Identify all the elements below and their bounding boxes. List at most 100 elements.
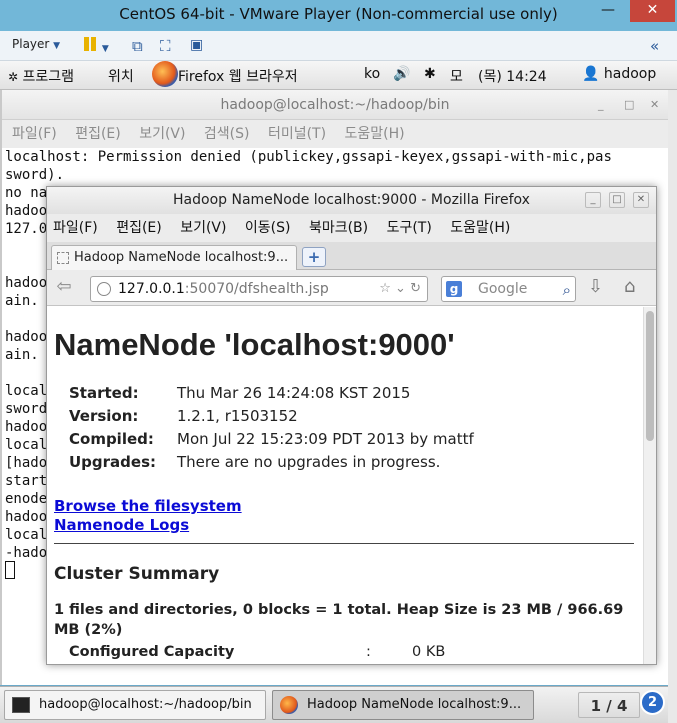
taskbar-terminal-label: hadoop@localhost:~/hadoop/bin <box>39 697 252 712</box>
reload-icon[interactable]: ↻ <box>410 281 421 296</box>
cluster-summary-text: 1 files and directories, 0 blocks = 1 to… <box>54 602 624 638</box>
download-arrow-icon[interactable]: ⇩ <box>588 276 603 297</box>
firefox-menu-help[interactable]: 도움말(H) <box>450 220 510 236</box>
terminal-line: sword). <box>5 167 65 183</box>
firefox-window[interactable]: Hadoop NameNode localhost:9000 - Mozilla… <box>46 186 657 665</box>
gnome-bottom-panel: hadoop@localhost:~/hadoop/bin Hadoop Nam… <box>0 686 668 723</box>
clock[interactable]: (목) 14:24 <box>478 66 547 86</box>
firefox-title-bar: Hadoop NameNode localhost:9000 - Mozilla… <box>47 187 656 214</box>
namenode-logs-link[interactable]: Namenode Logs <box>54 516 645 535</box>
pause-icon <box>84 37 98 51</box>
info-key: Version: <box>69 406 139 425</box>
configured-capacity-row: Configured Capacity : 0 KB <box>54 644 645 664</box>
browser-tab-title: Hadoop NameNode localhost:9... <box>74 250 289 265</box>
keyboard-layout-indicator[interactable]: ko <box>364 66 380 82</box>
taskbar-terminal-button[interactable]: hadoop@localhost:~/hadoop/bin <box>4 690 266 720</box>
applications-menu[interactable]: ✲ 프로그램 <box>8 66 74 86</box>
vmware-toolbar: Player ▼ ▼ ⧉ ⛶ ▣ « <box>0 31 677 61</box>
table-row: Started: Thu Mar 26 14:24:08 KST 2015 <box>69 381 474 404</box>
terminal-menu-edit[interactable]: 편집(E) <box>75 126 121 142</box>
volume-icon[interactable]: 🔊 <box>393 66 410 82</box>
collapse-toolbar-icon[interactable]: « <box>650 37 659 55</box>
taskbar-firefox-button[interactable]: Hadoop NameNode localhost:9... <box>272 690 534 720</box>
terminal-minimize-button[interactable]: _ <box>598 90 604 120</box>
firefox-menu-bookmarks[interactable]: 북마크(B) <box>309 220 368 236</box>
terminal-icon <box>12 697 30 713</box>
table-row: Compiled: Mon Jul 22 15:23:09 PDT 2013 by… <box>69 427 474 450</box>
back-arrow-icon[interactable]: ⇦ <box>51 276 77 300</box>
bluetooth-icon[interactable]: ✱ <box>424 66 436 82</box>
workspace-badge[interactable]: 2 <box>640 690 665 715</box>
bookmark-star-icon[interactable]: ☆ <box>379 281 391 296</box>
firefox-menu-go[interactable]: 이동(S) <box>245 220 291 236</box>
fullscreen-icon[interactable]: ⛶ <box>160 37 171 55</box>
firefox-close-button[interactable]: ✕ <box>633 192 649 208</box>
workspace-pager[interactable]: 1 / 4 <box>578 692 640 718</box>
capacity-label: Configured Capacity <box>69 644 235 660</box>
terminal-cursor <box>5 561 15 579</box>
terminal-maximize-button[interactable]: □ <box>624 90 634 120</box>
page-content: NameNode 'localhost:9000' Started: Thu Ma… <box>47 307 645 664</box>
firefox-launcher-icon[interactable] <box>152 61 178 87</box>
firefox-menu-view[interactable]: 보기(V) <box>180 220 226 236</box>
terminal-menu-file[interactable]: 파일(F) <box>12 126 57 142</box>
terminal-menu-search[interactable]: 검색(S) <box>204 126 250 142</box>
firefox-menu-file[interactable]: 파일(F) <box>53 220 98 236</box>
terminal-close-button[interactable]: ✕ <box>650 90 659 120</box>
search-box[interactable]: g Google ⌕ <box>441 276 576 302</box>
places-menu[interactable]: 위치 <box>108 66 134 86</box>
player-menu-button[interactable]: Player ▼ <box>12 37 60 55</box>
firefox-menu-tools[interactable]: 도구(T) <box>387 220 432 236</box>
divider <box>54 543 634 544</box>
user-menu[interactable]: 👤 hadoop <box>582 66 656 82</box>
browse-filesystem-link[interactable]: Browse the filesystem <box>54 497 645 516</box>
firefox-tab-strip: Hadoop NameNode localhost:9... + <box>47 242 656 271</box>
vmware-title-bar: CentOS 64-bit - VMware Player (Non-comme… <box>0 0 677 31</box>
firefox-maximize-button[interactable]: □ <box>609 192 625 208</box>
table-row: Upgrades: There are no upgrades in progre… <box>69 450 474 473</box>
input-method-indicator[interactable]: 모 <box>450 66 463 86</box>
url-bar[interactable]: 127.0.0.1:50070/dfshealth.jsp ☆ ⌄ ↻ <box>90 276 428 302</box>
home-icon[interactable]: ⌂ <box>624 276 635 297</box>
firefox-launcher-label[interactable]: Firefox 웹 브라우저 <box>178 66 298 86</box>
namenode-info-table: Started: Thu Mar 26 14:24:08 KST 2015 Ver… <box>69 381 474 473</box>
firefox-icon <box>280 696 298 714</box>
unity-icon[interactable]: ▣ <box>190 37 203 55</box>
info-value: Thu Mar 26 14:24:08 KST 2015 <box>177 383 411 402</box>
user-icon: 👤 <box>582 66 600 82</box>
search-icon[interactable]: ⌕ <box>563 278 571 302</box>
terminal-title-bar: hadoop@localhost:~/hadoop/bin _ □ ✕ <box>2 90 668 120</box>
info-value: There are no upgrades in progress. <box>177 452 441 471</box>
terminal-menu-terminal[interactable]: 터미널(T) <box>268 126 326 142</box>
info-value: Mon Jul 22 15:23:09 PDT 2013 by mattf <box>177 429 474 448</box>
close-button[interactable]: ✕ <box>630 0 675 22</box>
firefox-title: Hadoop NameNode localhost:9000 - Mozilla… <box>173 192 530 208</box>
terminal-menu-help[interactable]: 도움말(H) <box>345 126 405 142</box>
page-scrollbar[interactable] <box>643 307 656 664</box>
url-host: 127.0.0.1 <box>118 281 185 297</box>
pause-button[interactable]: ▼ <box>84 37 109 55</box>
firefox-menu-bar: 파일(F) 편집(E) 보기(V) 이동(S) 북마크(B) 도구(T) 도움말… <box>47 214 656 242</box>
url-dropdown-icon[interactable]: ⌄ <box>395 281 406 296</box>
taskbar-firefox-label: Hadoop NameNode localhost:9... <box>307 697 522 712</box>
cluster-summary-heading: Cluster Summary <box>54 564 220 584</box>
firefox-menu-edit[interactable]: 편집(E) <box>116 220 162 236</box>
send-ctrl-alt-del-icon[interactable]: ⧉ <box>132 37 143 55</box>
minimize-button[interactable]: — <box>590 0 626 22</box>
terminal-menu-view[interactable]: 보기(V) <box>139 126 185 142</box>
capacity-value: 0 KB <box>412 644 446 660</box>
new-tab-button[interactable]: + <box>302 247 326 267</box>
page-title: NameNode 'localhost:9000' <box>54 327 455 362</box>
google-engine-icon[interactable]: g <box>446 281 462 297</box>
terminal-menu-bar: 파일(F) 편집(E) 보기(V) 검색(S) 터미널(T) 도움말(H) <box>2 120 668 148</box>
firefox-minimize-button[interactable]: _ <box>585 192 601 208</box>
window-edge <box>668 90 677 723</box>
info-key: Upgrades: <box>69 452 157 471</box>
browser-tab[interactable]: Hadoop NameNode localhost:9... <box>51 245 297 271</box>
terminal-line: localhost: Permission denied (publickey,… <box>5 149 612 165</box>
info-value: 1.2.1, r1503152 <box>177 406 298 425</box>
terminal-title: hadoop@localhost:~/hadoop/bin <box>220 97 450 113</box>
gnome-foot-icon: ✲ <box>8 70 19 84</box>
vmware-window-title: CentOS 64-bit - VMware Player (Non-comme… <box>119 5 558 23</box>
scrollbar-thumb[interactable] <box>646 311 654 441</box>
